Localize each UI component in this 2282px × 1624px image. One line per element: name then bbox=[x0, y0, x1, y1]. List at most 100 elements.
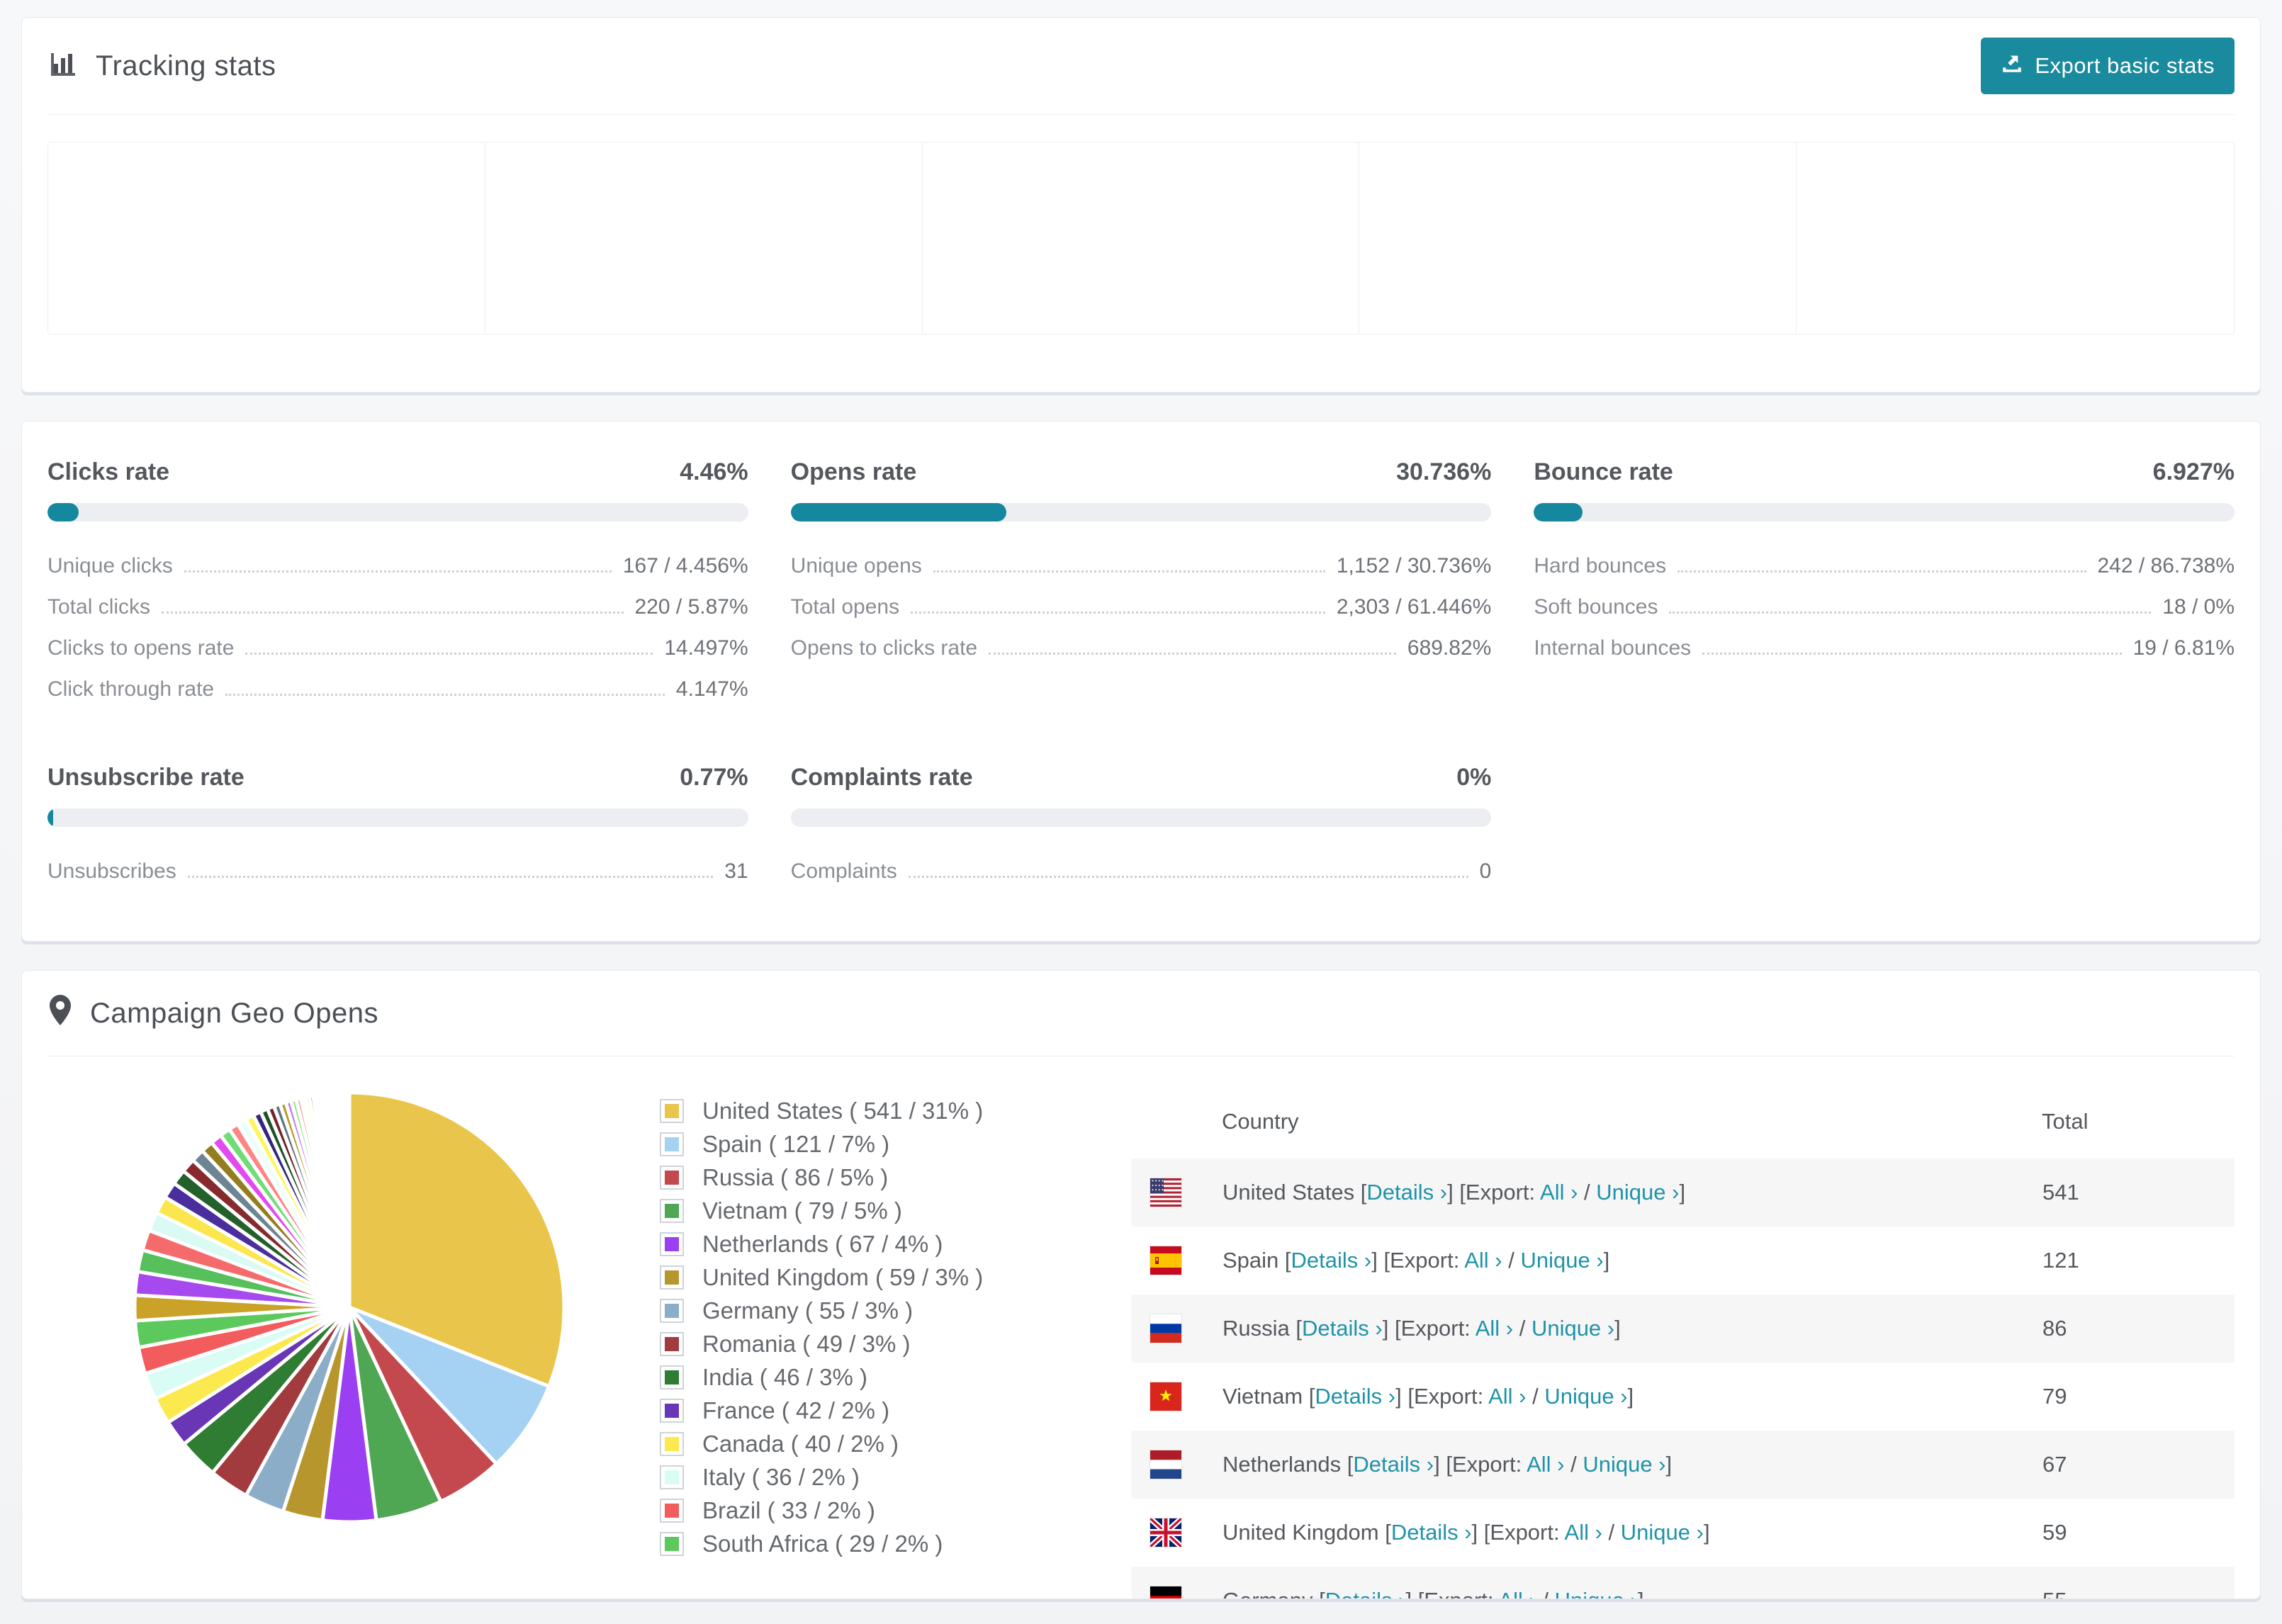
map-pin-icon bbox=[47, 994, 73, 1033]
pie-legend: United States ( 541 / 31% ) Spain ( 121 … bbox=[660, 1098, 1064, 1564]
geo-table-row-vietnam: Vietnam [Details ›] [Export: All › / Uni… bbox=[1132, 1363, 2235, 1431]
country-name: Russia bbox=[1222, 1316, 1290, 1341]
rate-block-unsubscribe-rate: Unsubscribe rate 0.77% Unsubscribes 31 bbox=[47, 764, 748, 901]
geo-title: Campaign Geo Opens bbox=[90, 997, 379, 1029]
rate-row-value: 689.82% bbox=[1407, 636, 1492, 660]
export-unique-link-russia[interactable]: Unique › bbox=[1531, 1316, 1614, 1341]
geo-table: Country Total United States [Details ›] … bbox=[1132, 1088, 2235, 1598]
details-link-netherlands[interactable]: Details › bbox=[1353, 1452, 1434, 1477]
rate-row: Soft bounces 18 / 0% bbox=[1534, 595, 2235, 619]
dotted-leader bbox=[1677, 555, 2086, 573]
total-cell: 67 bbox=[2042, 1452, 2067, 1477]
rate-value: 0.77% bbox=[680, 764, 748, 791]
dotted-leader bbox=[1669, 596, 2152, 614]
rate-row: Unsubscribes 31 bbox=[47, 859, 748, 883]
rate-row-value: 0 bbox=[1479, 859, 1492, 883]
legend-label: Brazil ( 33 / 2% ) bbox=[702, 1497, 875, 1523]
stat-box-bounces bbox=[1797, 142, 2234, 334]
details-link-vietnam[interactable]: Details › bbox=[1315, 1384, 1395, 1409]
legend-swatch bbox=[660, 1465, 684, 1489]
export-all-link-united-states[interactable]: All › bbox=[1540, 1180, 1578, 1205]
legend-label: Italy ( 36 / 2% ) bbox=[702, 1464, 860, 1490]
total-cell: 121 bbox=[2042, 1248, 2079, 1273]
country-cell: Spain [Details ›] [Export: All › / Uniqu… bbox=[1222, 1248, 1610, 1273]
country-column-header: Country bbox=[1222, 1109, 1299, 1134]
legend-swatch bbox=[660, 1532, 684, 1556]
rate-progress-track bbox=[47, 503, 748, 521]
rate-row: Complaints 0 bbox=[791, 859, 1492, 883]
geo-opens-card: Campaign Geo Opens United States ( 541 /… bbox=[21, 970, 2261, 1599]
export-all-link-united-kingdom[interactable]: All › bbox=[1565, 1520, 1602, 1545]
export-unique-link-spain[interactable]: Unique › bbox=[1520, 1248, 1603, 1273]
rate-row-label: Internal bounces bbox=[1534, 636, 1692, 660]
export-all-link-russia[interactable]: All › bbox=[1476, 1316, 1513, 1341]
export-basic-stats-button[interactable]: Export basic stats bbox=[1981, 38, 2235, 94]
country-cell: Netherlands [Details ›] [Export: All › /… bbox=[1222, 1452, 1673, 1477]
rate-progress-fill bbox=[790, 503, 1006, 521]
details-link-russia[interactable]: Details › bbox=[1302, 1316, 1383, 1341]
export-all-link-germany[interactable]: All › bbox=[1498, 1588, 1536, 1598]
legend-label: Vietnam ( 79 / 5% ) bbox=[702, 1197, 902, 1224]
country-cell: United Kingdom [Details ›] [Export: All … bbox=[1222, 1520, 1710, 1545]
rate-row: Unique opens 1,152 / 30.736% bbox=[791, 554, 1492, 577]
rate-row: Total opens 2,303 / 61.446% bbox=[791, 595, 1492, 619]
export-all-link-spain[interactable]: All › bbox=[1464, 1248, 1502, 1273]
rate-title: Unsubscribe rate bbox=[47, 764, 244, 791]
tracking-stats-header: Tracking stats Export basic stats bbox=[47, 18, 2235, 114]
legend-swatch bbox=[660, 1132, 684, 1156]
rate-title: Complaints rate bbox=[790, 764, 973, 791]
export-all-link-vietnam[interactable]: All › bbox=[1488, 1384, 1526, 1409]
geo-table-row-germany: Germany [Details ›] [Export: All › / Uni… bbox=[1132, 1567, 2235, 1598]
rate-block-clicks-rate: Clicks rate 4.46% Unique clicks 167 / 4.… bbox=[47, 458, 748, 718]
geo-table-row-united-states: United States [Details ›] [Export: All ›… bbox=[1132, 1158, 2235, 1227]
export-unique-link-germany[interactable]: Unique › bbox=[1555, 1588, 1638, 1598]
export-unique-link-united-states[interactable]: Unique › bbox=[1596, 1180, 1679, 1205]
export-all-link-netherlands[interactable]: All › bbox=[1527, 1452, 1564, 1477]
flag-cell bbox=[1132, 1295, 1222, 1363]
details-link-united-kingdom[interactable]: Details › bbox=[1391, 1520, 1472, 1545]
dotted-leader bbox=[933, 555, 1325, 573]
flag-cell bbox=[1132, 1567, 1222, 1598]
rate-row: Unique clicks 167 / 4.456% bbox=[47, 554, 748, 577]
legend-item-brazil: Brazil ( 33 / 2% ) bbox=[660, 1497, 1064, 1524]
country-cell: Russia [Details ›] [Export: All › / Uniq… bbox=[1222, 1316, 1621, 1341]
dotted-leader bbox=[1702, 637, 2122, 655]
rate-value: 6.927% bbox=[2152, 458, 2235, 485]
page-title: Tracking stats bbox=[96, 50, 276, 81]
country-name: United States bbox=[1222, 1180, 1355, 1205]
stat-box-complaints bbox=[1359, 142, 1797, 334]
rate-head: Opens rate 30.736% bbox=[791, 458, 1492, 486]
flag-cell bbox=[1132, 1431, 1222, 1499]
rate-row-label: Click through rate bbox=[47, 677, 215, 701]
flag-cell bbox=[1132, 1227, 1222, 1295]
rate-rows: Hard bounces 242 / 86.738% Soft bounces … bbox=[1534, 554, 2235, 660]
dotted-leader bbox=[989, 637, 1396, 655]
flag-us bbox=[1150, 1178, 1182, 1207]
dotted-leader bbox=[187, 860, 714, 878]
export-unique-link-netherlands[interactable]: Unique › bbox=[1583, 1452, 1665, 1477]
details-link-united-states[interactable]: Details › bbox=[1366, 1180, 1447, 1205]
stat-box-clicks bbox=[485, 142, 923, 334]
legend-item-united-states: United States ( 541 / 31% ) bbox=[660, 1098, 1064, 1124]
rate-head: Unsubscribe rate 0.77% bbox=[47, 764, 748, 791]
geo-table-row-united-kingdom: United Kingdom [Details ›] [Export: All … bbox=[1132, 1499, 2235, 1567]
rate-row-label: Opens to clicks rate bbox=[790, 636, 978, 660]
total-cell: 86 bbox=[2042, 1316, 2067, 1341]
details-link-spain[interactable]: Details › bbox=[1291, 1248, 1372, 1273]
flag-cell bbox=[1132, 1499, 1222, 1567]
rate-row-label: Clicks to opens rate bbox=[47, 636, 235, 660]
rate-value: 30.736% bbox=[1396, 458, 1492, 485]
legend-label: Germany ( 55 / 3% ) bbox=[702, 1297, 914, 1324]
rate-row-value: 1,152 / 30.736% bbox=[1336, 554, 1492, 577]
legend-item-netherlands: Netherlands ( 67 / 4% ) bbox=[660, 1231, 1064, 1258]
geo-table-row-russia: Russia [Details ›] [Export: All › / Uniq… bbox=[1132, 1295, 2235, 1363]
export-unique-link-united-kingdom[interactable]: Unique › bbox=[1621, 1520, 1704, 1545]
export-unique-link-vietnam[interactable]: Unique › bbox=[1544, 1384, 1627, 1409]
rate-progress-track bbox=[790, 503, 1492, 521]
legend-swatch bbox=[660, 1399, 684, 1423]
legend-label: Spain ( 121 / 7% ) bbox=[702, 1131, 890, 1157]
rate-row: Total clicks 220 / 5.87% bbox=[47, 595, 748, 619]
total-cell: 541 bbox=[2042, 1180, 2079, 1205]
details-link-germany[interactable]: Details › bbox=[1325, 1588, 1406, 1598]
rate-row: Hard bounces 242 / 86.738% bbox=[1534, 554, 2235, 577]
